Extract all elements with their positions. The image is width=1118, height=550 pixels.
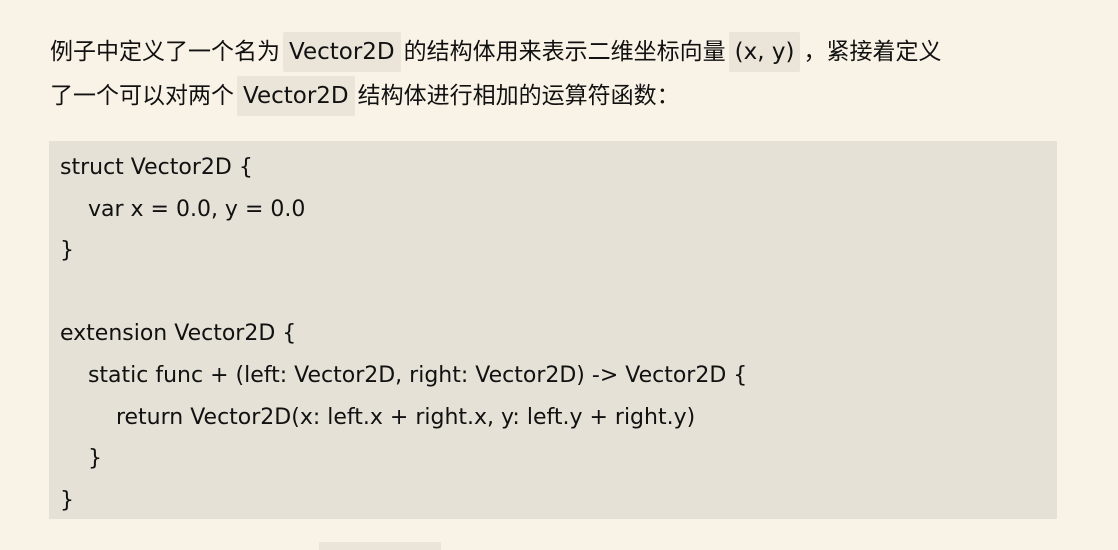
code-line: } xyxy=(60,238,74,264)
inline-code-vector2d: Vector2D xyxy=(283,32,401,72)
paragraph-line-2: 了一个可以对两个 Vector2D 结构体进行相加的运算符函数： xyxy=(50,74,1070,118)
text-segment: 了一个可以对两个 xyxy=(50,83,234,109)
code-line: } xyxy=(60,446,102,472)
code-line: static func + (left: Vector2D, right: Ve… xyxy=(60,362,748,388)
code-block[interactable]: struct Vector2D { var x = 0.0, y = 0.0} e… xyxy=(49,141,1057,519)
code-line: var x = 0.0, y = 0.0 xyxy=(60,196,306,222)
inline-code-xy: (x, y) xyxy=(728,32,801,72)
text-segment: ，紧接着定义 xyxy=(803,39,942,65)
inline-code-vector2d: Vector2D xyxy=(237,76,355,116)
text-segment: 例子中定义了一个名为 xyxy=(50,39,280,65)
paragraph-line-1: 例子中定义了一个名为 Vector2D 的结构体用来表示二维坐标向量 (x, y) ，紧… xyxy=(50,30,1070,74)
next-inline-code-peek xyxy=(319,542,441,550)
code-line: return Vector2D(x: left.x + right.x, y: … xyxy=(60,404,696,430)
code-line: } xyxy=(60,487,74,513)
text-segment: 的结构体用来表示二维坐标向量 xyxy=(403,39,726,65)
code-line: extension Vector2D { xyxy=(60,321,297,347)
text-segment: 结构体进行相加的运算符函数： xyxy=(357,83,680,109)
intro-paragraph: 例子中定义了一个名为 Vector2D 的结构体用来表示二维坐标向量 (x, y) ，紧… xyxy=(50,30,1070,118)
code-line: struct Vector2D { xyxy=(60,155,253,180)
